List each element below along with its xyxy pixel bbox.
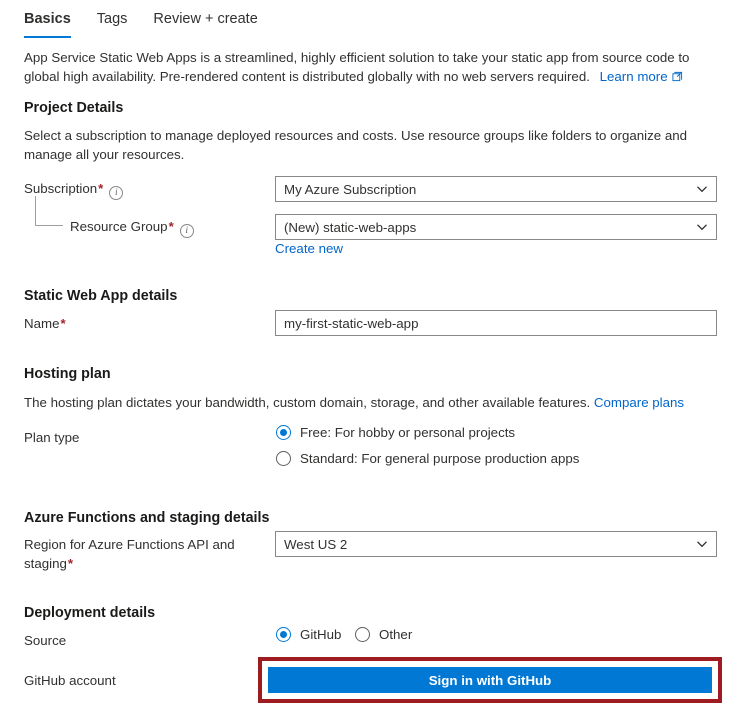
project-details-heading: Project Details — [24, 100, 124, 116]
name-required-asterisk: * — [60, 316, 66, 331]
region-label: Region for Azure Functions API and stagi… — [24, 535, 264, 573]
tab-tags[interactable]: Tags — [97, 9, 128, 38]
plan-type-option-standard[interactable]: Standard: For general purpose production… — [276, 451, 579, 466]
deployment-details-heading: Deployment details — [24, 605, 156, 621]
radio-icon — [355, 627, 370, 642]
name-value: my-first-static-web-app — [284, 315, 419, 331]
region-value: West US 2 — [284, 536, 348, 552]
project-details-description: Select a subscription to manage deployed… — [24, 128, 688, 162]
radio-icon — [276, 451, 291, 466]
resource-group-required-asterisk: * — [168, 219, 174, 234]
azure-functions-heading: Azure Functions and staging details — [24, 510, 270, 526]
subscription-label-text: Subscription — [24, 181, 98, 196]
source-option-github-label: GitHub — [300, 627, 342, 642]
wizard-tabs: Basics Tags Review + create — [24, 6, 258, 38]
region-dropdown[interactable]: West US 2 — [275, 531, 717, 557]
resource-group-dropdown[interactable]: (New) static-web-apps — [275, 214, 717, 240]
source-option-github[interactable]: GitHub — [276, 627, 341, 642]
create-new-resource-group-link[interactable]: Create new — [275, 241, 343, 256]
source-option-other-label: Other — [379, 627, 413, 642]
hosting-plan-description: The hosting plan dictates your bandwidth… — [24, 393, 724, 412]
create-static-web-app-form: Basics Tags Review + create App Service … — [0, 0, 754, 712]
info-icon[interactable]: i — [179, 224, 194, 238]
intro-text: App Service Static Web Apps is a streaml… — [24, 50, 690, 84]
chevron-down-icon — [697, 541, 707, 548]
name-label: Name* — [24, 314, 66, 333]
tab-basics[interactable]: Basics — [24, 9, 71, 38]
sign-in-with-github-button[interactable]: Sign in with GitHub — [268, 667, 712, 693]
subscription-dropdown[interactable]: My Azure Subscription — [275, 176, 717, 202]
tab-review-create[interactable]: Review + create — [153, 9, 257, 38]
chevron-down-icon — [697, 186, 707, 193]
intro-description: App Service Static Web Apps is a streaml… — [24, 48, 724, 87]
plan-type-option-standard-label: Standard: For general purpose production… — [300, 451, 580, 466]
name-label-text: Name — [24, 316, 60, 331]
resource-group-label-text: Resource Group — [70, 219, 168, 234]
chevron-down-icon — [697, 224, 707, 231]
source-option-other[interactable]: Other — [355, 627, 412, 642]
region-label-text: Region for Azure Functions API and stagi… — [24, 537, 235, 571]
plan-type-option-free[interactable]: Free: For hobby or personal projects — [276, 425, 515, 440]
resource-group-value: (New) static-web-apps — [284, 219, 417, 235]
source-label: Source — [24, 633, 67, 648]
resource-group-label: Resource Group* i — [70, 217, 194, 238]
radio-icon — [276, 627, 291, 642]
hosting-plan-heading: Hosting plan — [24, 366, 111, 382]
info-icon[interactable]: i — [109, 186, 124, 200]
region-required-asterisk: * — [67, 556, 74, 571]
name-input[interactable]: my-first-static-web-app — [275, 310, 717, 336]
compare-plans-link[interactable]: Compare plans — [594, 395, 684, 410]
external-link-icon — [672, 68, 683, 87]
plan-type-label: Plan type — [24, 430, 80, 445]
static-web-app-details-heading: Static Web App details — [24, 288, 178, 304]
hosting-plan-description-text: The hosting plan dictates your bandwidth… — [24, 395, 591, 410]
radio-icon — [276, 425, 291, 440]
subscription-value: My Azure Subscription — [284, 181, 417, 197]
github-account-label: GitHub account — [24, 673, 116, 688]
subscription-required-asterisk: * — [98, 181, 104, 196]
resource-group-tree-connector — [35, 196, 63, 226]
plan-type-option-free-label: Free: For hobby or personal projects — [300, 425, 516, 440]
learn-more-link[interactable]: Learn more — [600, 69, 668, 84]
